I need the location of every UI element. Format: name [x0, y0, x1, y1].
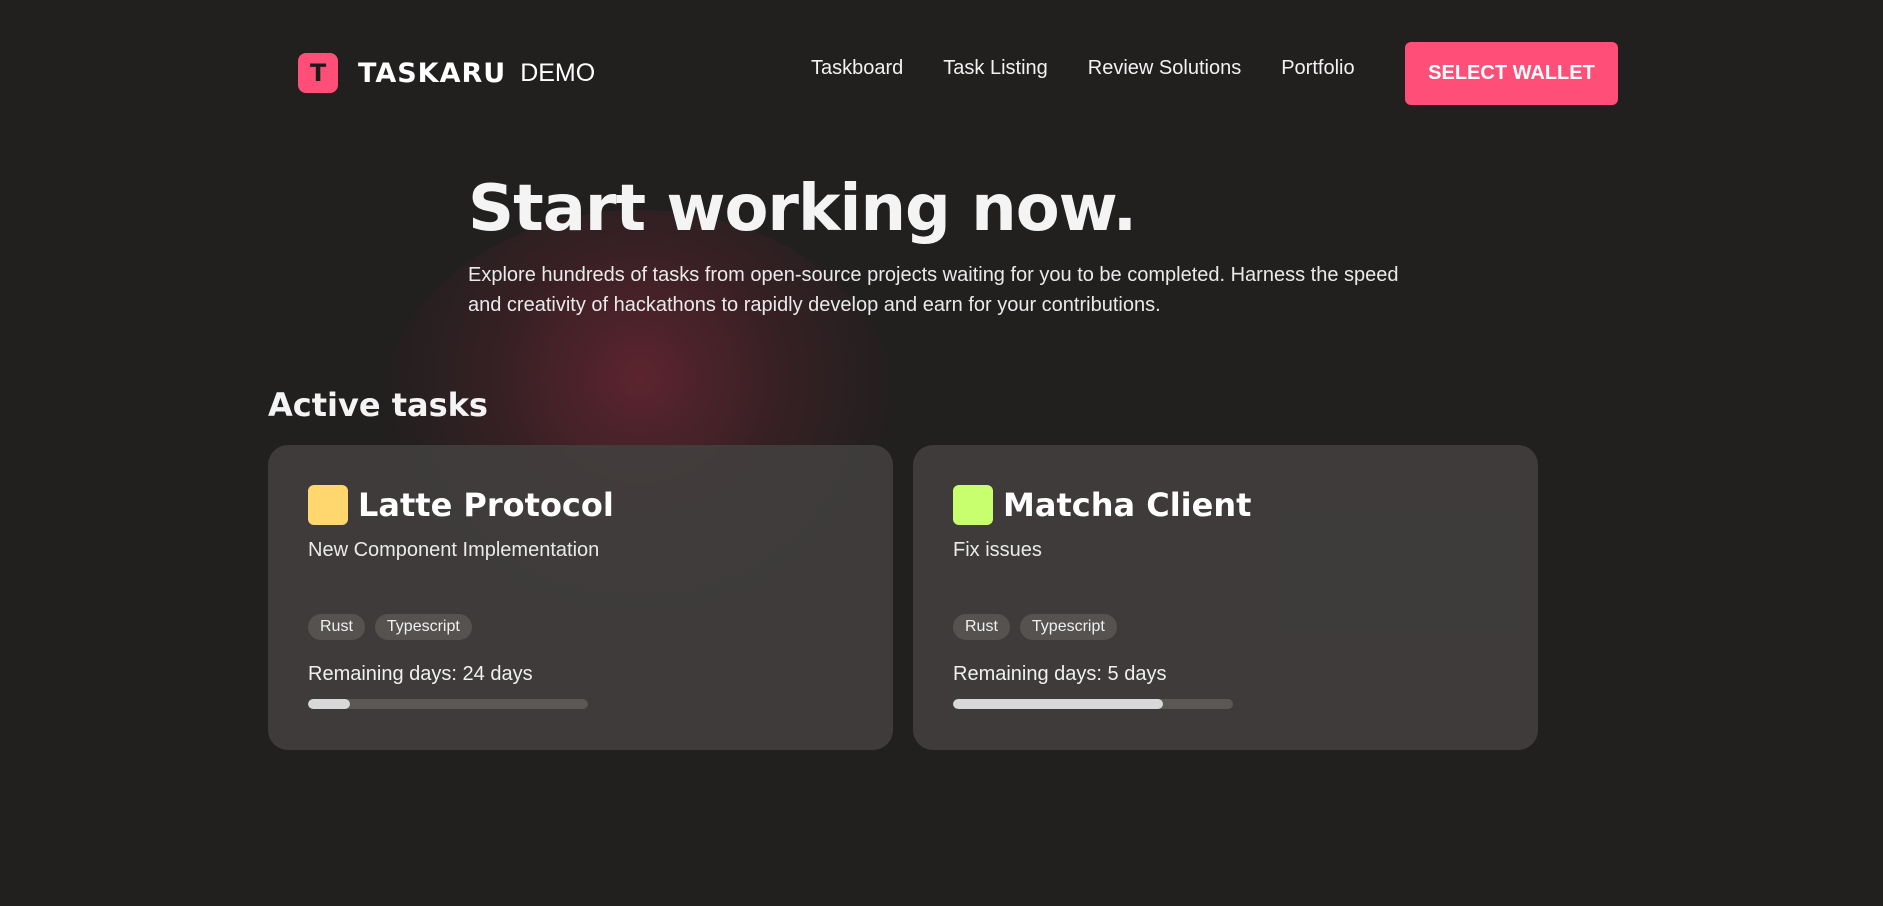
- task-card-matcha-client[interactable]: Matcha Client Fix issues Rust Typescript…: [913, 445, 1538, 750]
- progress-fill: [308, 699, 350, 709]
- brand-name: TASKARU: [358, 57, 507, 89]
- project-color-icon: [953, 485, 993, 525]
- tag-rust: Rust: [953, 614, 1010, 640]
- hero-title: Start working now.: [468, 172, 1137, 246]
- remaining-label: Remaining days:: [308, 663, 457, 685]
- main-nav: Taskboard Task Listing Review Solutions …: [811, 57, 1395, 80]
- brand-logo[interactable]: T TASKARU DEMO: [298, 53, 595, 93]
- card-subtitle: Fix issues: [953, 539, 1042, 561]
- tag-rust: Rust: [308, 614, 365, 640]
- select-wallet-button[interactable]: SELECT WALLET: [1405, 42, 1618, 105]
- top-navbar: T TASKARU DEMO Taskboard Task Listing Re…: [0, 0, 1883, 146]
- nav-review-solutions[interactable]: Review Solutions: [1088, 57, 1241, 80]
- tag-list: Rust Typescript: [953, 614, 1127, 640]
- nav-portfolio[interactable]: Portfolio: [1281, 57, 1354, 80]
- logo-icon: T: [298, 53, 338, 93]
- tag-list: Rust Typescript: [308, 614, 482, 640]
- card-header: Matcha Client: [953, 485, 1251, 525]
- brand-suffix: DEMO: [520, 58, 596, 87]
- card-title: Matcha Client: [1003, 486, 1252, 524]
- nav-task-listing[interactable]: Task Listing: [943, 57, 1048, 80]
- card-subtitle: New Component Implementation: [308, 539, 600, 561]
- project-color-icon: [308, 485, 348, 525]
- remaining-days: Remaining days: 5 days: [953, 663, 1166, 686]
- progress-fill: [953, 699, 1163, 709]
- remaining-label: Remaining days:: [953, 663, 1102, 685]
- card-title: Latte Protocol: [358, 486, 614, 524]
- remaining-value: 5 days: [1107, 663, 1167, 685]
- tag-typescript: Typescript: [1019, 614, 1117, 640]
- remaining-days: Remaining days: 24 days: [308, 663, 533, 686]
- task-card-latte-protocol[interactable]: Latte Protocol New Component Implementat…: [268, 445, 893, 750]
- progress-bar: [953, 699, 1233, 709]
- hero-description: Explore hundreds of tasks from open-sour…: [468, 264, 1399, 316]
- progress-bar: [308, 699, 588, 709]
- remaining-value: 24 days: [462, 663, 533, 685]
- tag-typescript: Typescript: [374, 614, 472, 640]
- nav-taskboard[interactable]: Taskboard: [811, 57, 903, 80]
- card-header: Latte Protocol: [308, 485, 614, 525]
- active-tasks-heading: Active tasks: [268, 386, 488, 424]
